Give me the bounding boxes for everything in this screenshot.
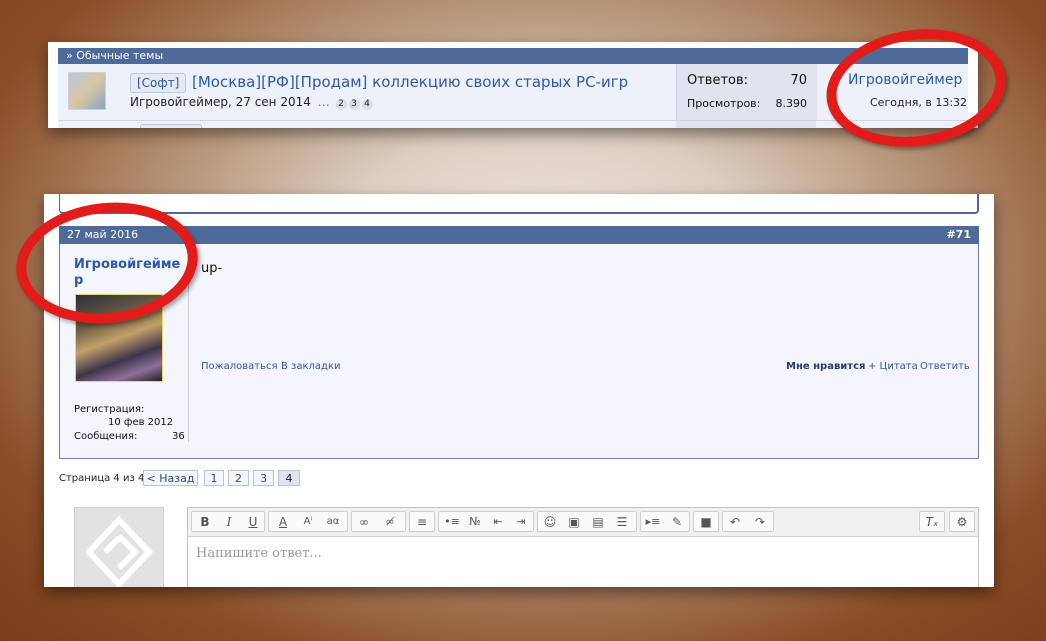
media-icon[interactable]: ▤ (588, 512, 608, 532)
messages-count: 36 (172, 431, 185, 442)
pagination-page-3[interactable]: 3 (253, 470, 274, 486)
default-avatar-icon (84, 515, 154, 587)
thread-prefix[interactable]: [Софт] (130, 73, 187, 93)
image-icon[interactable]: ▣ (564, 512, 584, 532)
views-count: 8.390 (775, 97, 808, 110)
text-color-icon[interactable]: A (273, 512, 293, 532)
pagination-page-1[interactable]: 1 (204, 470, 224, 486)
unlink-icon[interactable]: ∞̸ (380, 512, 400, 532)
reply-input-placeholder[interactable]: Напишите ответ... (196, 546, 322, 561)
bookmark-link[interactable]: В закладки (281, 361, 341, 372)
smilies-icon[interactable]: ☺ (540, 512, 560, 532)
undo-icon[interactable]: ↶ (725, 512, 745, 532)
bold-icon[interactable]: B (195, 512, 215, 532)
post-message: up- (201, 261, 223, 276)
reply-editor[interactable]: B I U A Aⁱ aα ∞ ∞̸ ≡ •≡ № ⇤ ⇥ ☺ ▣ ▤ ☰ ▸≡… (187, 507, 979, 587)
report-link[interactable]: Пожаловаться (201, 361, 278, 372)
pagination-label: Страница 4 из 4 (59, 473, 145, 484)
previous-post-border (59, 194, 979, 214)
spoiler-icon[interactable]: ▸≡ (643, 512, 663, 532)
like-link[interactable]: Мне нравится (786, 361, 865, 372)
views-label: Просмотров: (687, 97, 761, 110)
draft-icon[interactable]: ✎ (667, 512, 687, 532)
reply-default-avatar (74, 507, 164, 587)
thread-page-2[interactable]: 2 (335, 99, 347, 110)
replies-label: Ответов: (687, 73, 749, 88)
next-thread-stats (676, 121, 816, 128)
thread-stats: Ответов: 70 Просмотров: 8.390 (676, 64, 817, 120)
registration-label: Регистрация: (74, 404, 145, 415)
quote-link[interactable]: + Цитата (868, 361, 918, 372)
post-body: Игровойгеймер Регистрация: 10 фев 2012 С… (59, 244, 979, 459)
replies-count: 70 (790, 73, 807, 88)
align-icon[interactable]: ≡ (412, 512, 432, 532)
remove-format-icon[interactable]: Tₓ (922, 512, 942, 532)
pagination-page-4-current: 4 (278, 470, 300, 486)
pagination-back-button[interactable]: < Назад (143, 470, 198, 486)
pagination-page-2[interactable]: 2 (228, 470, 249, 486)
next-thread-prefix[interactable] (140, 124, 202, 128)
font-family-icon[interactable]: aα (323, 512, 343, 532)
registration-date: 10 фев 2012 (108, 417, 174, 428)
reply-link[interactable]: Ответить (920, 361, 970, 372)
indent-icon[interactable]: ⇥ (511, 512, 531, 532)
post-permalink[interactable]: #71 (946, 226, 971, 244)
redo-icon[interactable]: ↷ (750, 512, 770, 532)
bullet-list-icon[interactable]: •≡ (442, 512, 462, 532)
thread-author-date[interactable]: Игровойгеймер, 27 сен 2014 (130, 95, 311, 109)
post-header: 27 май 2016 #71 (59, 226, 979, 244)
messages-label: Сообщения: (74, 431, 138, 442)
save-icon[interactable]: ■ (696, 512, 716, 532)
quote-icon[interactable]: ☰ (612, 512, 632, 532)
underline-icon[interactable]: U (243, 512, 263, 532)
thread-title-link[interactable]: [Москва][РФ][Продам] коллекцию своих ста… (192, 72, 628, 92)
italic-icon[interactable]: I (219, 512, 239, 532)
thread-author-avatar[interactable] (68, 72, 106, 110)
next-thread-row-partial[interactable] (58, 121, 968, 128)
link-icon[interactable]: ∞ (354, 512, 374, 532)
thread-page-4[interactable]: 4 (361, 99, 373, 110)
highlight-circle-last-poster (818, 18, 1014, 158)
numbered-list-icon[interactable]: № (465, 512, 485, 532)
pages-ellipsis: … (317, 95, 330, 109)
thread-page-3[interactable]: 3 (348, 99, 360, 110)
outdent-icon[interactable]: ⇤ (488, 512, 508, 532)
editor-toolbar: B I U A Aⁱ aα ∞ ∞̸ ≡ •≡ № ⇤ ⇥ ☺ ▣ ▤ ☰ ▸≡… (188, 508, 978, 537)
thread-meta: Игровойгеймер, 27 сен 2014 … 234 (130, 95, 373, 110)
category-header[interactable]: » Обычные темы (58, 48, 968, 64)
font-size-icon[interactable]: Aⁱ (298, 512, 318, 532)
toggle-bbcode-icon[interactable]: ⚙ (952, 512, 972, 532)
